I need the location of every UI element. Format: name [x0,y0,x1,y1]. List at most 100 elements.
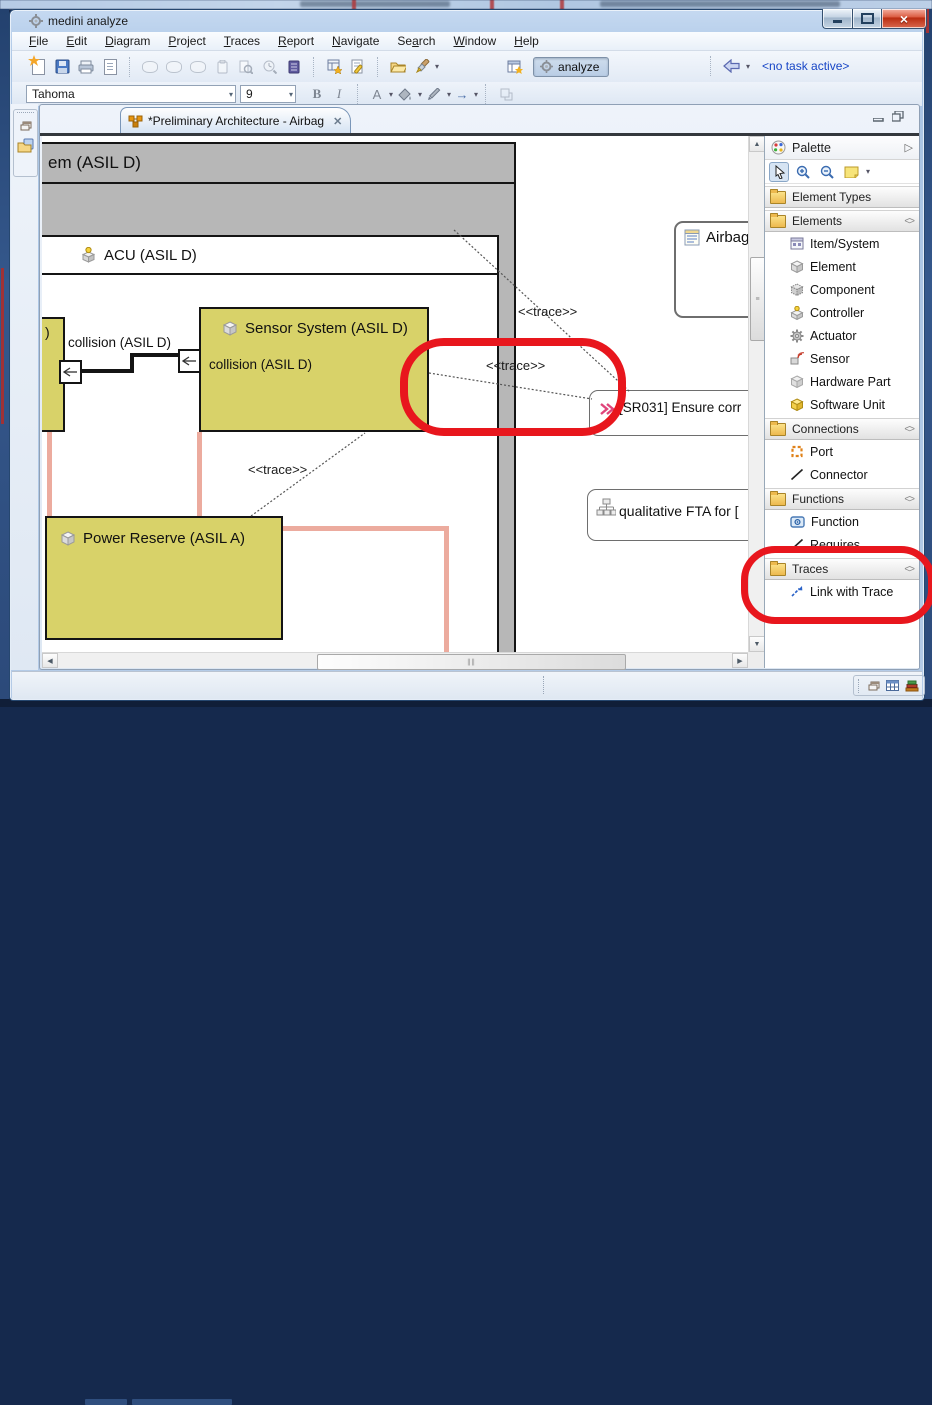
arrow-style-dropdown[interactable]: ▾ [474,90,478,99]
power-reserve-component[interactable]: Power Reserve (ASIL A) [45,516,283,640]
zoom-out-tool[interactable] [817,162,837,182]
menu-edit[interactable]: Edit [57,32,96,50]
menu-navigate[interactable]: Navigate [323,32,388,50]
document-purple-button[interactable] [282,56,306,78]
palette-item-port[interactable]: Port [765,440,919,463]
active-task-label[interactable]: <no task active> [762,59,849,73]
system-container-header[interactable]: em (ASIL D) [42,144,514,184]
palette-item-function[interactable]: Function [765,510,919,533]
collision-connector[interactable] [80,369,132,373]
scroll-down-button[interactable]: ▼ [749,636,765,652]
font-size-combo[interactable]: 9 ▾ [240,85,296,103]
maximize-button[interactable] [852,9,881,29]
select-tool[interactable] [769,162,789,182]
minimize-button[interactable] [822,9,852,29]
group-expander-icon[interactable]: <> [904,494,914,505]
salmon-connector[interactable] [444,526,449,652]
format-brush-button[interactable] [410,56,434,78]
palette-item-controller[interactable]: Controller [765,301,919,324]
note-tool-dropdown[interactable]: ▾ [866,167,870,176]
title-bar[interactable]: medini analyze × [10,10,924,32]
horizontal-scroll-thumb[interactable]: ∥∥ [317,654,626,670]
restore-view-icon[interactable] [868,681,880,691]
diagram-canvas[interactable]: em (ASIL D) ACU (ASIL D) [42,136,748,652]
acu-title-bar[interactable]: ACU (ASIL D) [42,237,497,275]
collision-connector[interactable] [132,353,180,357]
font-name-combo[interactable]: Tahoma ▾ [26,85,236,103]
scroll-left-button[interactable]: ◀ [42,653,58,668]
group-expander-icon[interactable]: <> [904,424,914,435]
maximize-editor-icon[interactable] [892,111,904,122]
comment-add-button[interactable] [162,56,186,78]
horizontal-scrollbar[interactable]: ◀ ∥∥ ▶ [42,652,748,668]
comment-button[interactable] [138,56,162,78]
brush-dropdown[interactable]: ▾ [435,62,439,71]
new-diagram-button[interactable] [26,56,50,78]
table-view-icon[interactable] [886,680,899,691]
menu-traces[interactable]: Traces [215,32,269,50]
save-button[interactable] [50,56,74,78]
editor-tab-preliminary-architecture[interactable]: *Preliminary Architecture - Airbag ✕ [120,107,351,134]
library-books-icon[interactable] [905,680,919,692]
close-button[interactable]: × [881,9,927,29]
report-button[interactable] [98,56,122,78]
fill-color-button[interactable] [393,83,417,105]
palette-group-header-functions[interactable]: Functions <> [765,488,919,510]
palette-group-header-connections[interactable]: Connections <> [765,418,919,440]
check-document-button[interactable] [346,56,370,78]
search-history-button[interactable] [258,56,282,78]
palette-item-software-unit[interactable]: Software Unit [765,393,919,416]
palette-item-element[interactable]: Element [765,255,919,278]
bold-button[interactable]: B [306,86,328,102]
palette-item-sensor[interactable]: Sensor [765,347,919,370]
arrow-style-button[interactable]: → [451,87,473,102]
restore-view-button[interactable] [14,117,37,131]
font-color-button[interactable]: A [366,87,388,102]
print-button[interactable] [74,56,98,78]
palette-item-item-system[interactable]: Item/System [765,232,919,255]
open-folder-button[interactable] [386,56,410,78]
palette-item-actuator[interactable]: Actuator [765,324,919,347]
menu-window[interactable]: Window [444,32,505,50]
minimize-editor-icon[interactable] [872,111,884,122]
menu-project[interactable]: Project [159,32,214,50]
scroll-up-button[interactable]: ▲ [749,136,765,152]
menu-search[interactable]: Search [388,32,444,50]
comment-count-button[interactable] [186,56,210,78]
sensor-system-component[interactable]: Sensor System (ASIL D) collision (ASIL D… [199,307,429,432]
search-document-button[interactable] [234,56,258,78]
tab-close-icon[interactable]: ✕ [333,115,342,128]
menu-report[interactable]: Report [269,32,323,50]
palette-item-hardware-part[interactable]: Hardware Part [765,370,919,393]
note-tool[interactable] [841,162,861,182]
copy-clipboard-button[interactable] [210,56,234,78]
open-perspective-button[interactable] [503,56,527,78]
port-in-sensor[interactable] [178,349,201,373]
palette-group-header-elements[interactable]: Elements <> [765,210,919,232]
palette-item-connector[interactable]: Connector [765,463,919,486]
palette-header[interactable]: Palette ▷ [765,136,919,160]
back-arrow-icon[interactable] [723,59,741,73]
drag-grip[interactable] [858,679,862,693]
generate-table-button[interactable] [322,56,346,78]
salmon-connector[interactable] [197,432,202,516]
salmon-connector[interactable] [283,526,449,531]
group-expander-icon[interactable]: <> [904,216,914,227]
menu-diagram[interactable]: Diagram [96,32,159,50]
italic-button[interactable]: I [328,86,350,102]
scroll-right-button[interactable]: ▶ [732,653,748,668]
project-explorer-button[interactable] [14,131,37,153]
palette-collapse-icon[interactable]: ▷ [905,141,913,154]
folder-icon [770,191,786,204]
line-color-button[interactable] [422,83,446,105]
routing-button[interactable] [494,83,518,105]
palette-group-header-element-types[interactable]: Element Types [765,186,919,208]
perspective-analyze-button[interactable]: analyze [533,57,609,77]
menu-help[interactable]: Help [505,32,548,50]
menu-file[interactable]: File [20,32,57,50]
zoom-in-tool[interactable] [793,162,813,182]
palette-item-component[interactable]: Component [765,278,919,301]
salmon-connector[interactable] [47,432,52,516]
back-arrow-dropdown[interactable]: ▾ [746,62,750,71]
port-in-left[interactable] [59,360,82,384]
